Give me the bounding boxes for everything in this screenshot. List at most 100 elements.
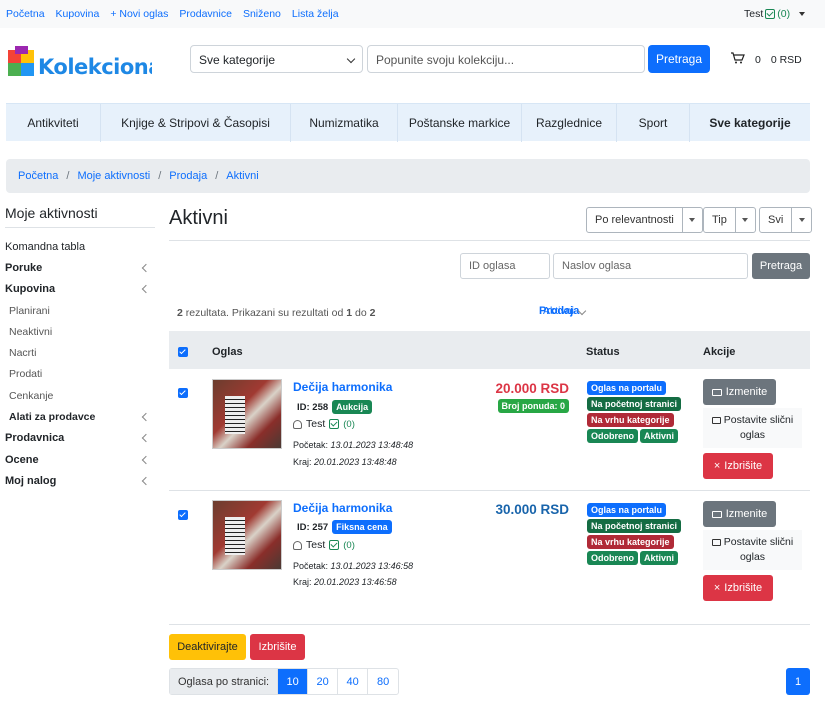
top-links: Početna Kupovina + Novi oglas Prodavnice…	[6, 8, 350, 20]
table-row: Dečija harmonika ID: 258 Aukcija Test (0) …	[169, 369, 810, 490]
verified-icon	[329, 419, 340, 429]
user-icon	[293, 540, 302, 550]
results-summary: 2 rezultata. Prikazani su rezultati od 1…	[177, 307, 376, 319]
delete-button[interactable]: × Izbrišite	[703, 453, 773, 479]
sidebar-item-account[interactable]: Moj nalog	[5, 470, 155, 491]
divider	[169, 624, 810, 625]
user-menu[interactable]: Test (0)	[744, 8, 806, 20]
edit-button[interactable]: Izmenite	[703, 379, 776, 405]
sidebar-item-active[interactable]: Aktivni	[539, 300, 574, 321]
table-header: Oglas Status Akcije	[169, 331, 810, 369]
sidebar-item-seller-tools[interactable]: Alati za prodavce	[5, 406, 155, 427]
row-actions: Izmenite Postavite slični oglas × Izbriši…	[703, 501, 802, 601]
sidebar-item-dashboard[interactable]: Komandna tabla	[5, 236, 155, 257]
breadcrumb-sales[interactable]: Prodaja	[169, 170, 207, 182]
cat-postcards[interactable]: Razglednice	[522, 104, 617, 142]
top-link-shopping[interactable]: Kupovina	[56, 8, 100, 20]
chevron-left-icon	[141, 263, 151, 273]
chevron-down-icon	[578, 306, 587, 315]
status-badges: Oglas na portalu Na početnoj stranici Na…	[587, 503, 682, 565]
close-icon: ×	[713, 460, 721, 472]
sidebar-item-shop[interactable]: Prodavnica	[5, 428, 155, 449]
cat-antiques[interactable]: Antikviteti	[6, 104, 101, 142]
sidebar-item-haggling[interactable]: Cenkanje	[5, 385, 155, 406]
search-input[interactable]: Popunite svoju kolekciju...	[367, 45, 645, 73]
filter-search-button[interactable]: Pretraga	[752, 253, 810, 279]
table-row: Dečija harmonika ID: 257 Fiksna cena Test…	[169, 491, 810, 624]
cart-total: 0 RSD	[770, 53, 802, 66]
edit-button[interactable]: Izmenite	[703, 501, 776, 527]
cat-all[interactable]: Sve kategorije	[690, 104, 810, 142]
page-title: Aktivni	[169, 207, 228, 229]
user-icon	[293, 419, 302, 429]
site-logo[interactable]: Kolekcionari	[8, 44, 179, 84]
top-link-home[interactable]: Početna	[6, 8, 45, 20]
breadcrumb: Početna / Moje aktivnosti / Prodaja / Aktivni	[6, 159, 810, 193]
per-page-option[interactable]: 20	[308, 669, 339, 694]
divider	[169, 240, 810, 241]
breadcrumb-activities[interactable]: Moje aktivnosti	[77, 170, 150, 182]
type-badge: Aukcija	[332, 400, 373, 414]
listing-title-input[interactable]: Naslov oglasa	[553, 253, 748, 279]
top-link-discounted[interactable]: Sniženo	[243, 8, 281, 20]
user-name: Test	[744, 8, 764, 20]
cat-books-comics[interactable]: Knjige & Stripovi & Časopisi	[101, 104, 291, 142]
folder-icon	[711, 388, 722, 396]
sidebar-item-ratings[interactable]: Ocene	[5, 449, 155, 470]
listing-thumbnail[interactable]	[212, 379, 282, 449]
per-page-option[interactable]: 10	[278, 669, 309, 694]
cat-numismatics[interactable]: Numizmatika	[291, 104, 398, 142]
sidebar-item-planned[interactable]: Planirani	[5, 300, 155, 321]
row-checkbox[interactable]	[178, 388, 188, 398]
filter-dropdown[interactable]: Svi	[759, 207, 813, 233]
status-badges: Oglas na portalu Na početnoj stranici Na…	[587, 381, 682, 443]
col-listing: Oglas	[212, 346, 243, 358]
listing-seller[interactable]: Test (0)	[293, 539, 355, 551]
chevron-left-icon	[141, 434, 151, 443]
row-checkbox[interactable]	[178, 510, 188, 520]
caret-down-icon	[792, 218, 811, 222]
category-select[interactable]: Sve kategorije	[190, 45, 363, 73]
top-link-new-listing[interactable]: + Novi oglas	[110, 8, 168, 20]
per-page-option[interactable]: 40	[338, 669, 369, 694]
breadcrumb-active[interactable]: Aktivni	[226, 170, 258, 182]
sidebar-item-drafts[interactable]: Nacrti	[5, 342, 155, 363]
bids-badge: Broj ponuda: 0	[497, 399, 569, 413]
sort-dropdown[interactable]: Po relevantnosti	[586, 207, 703, 233]
listing-title[interactable]: Dečija harmonika	[293, 501, 392, 515]
listing-price: 30.000 RSD	[495, 502, 569, 517]
top-link-shops[interactable]: Prodavnice	[179, 8, 232, 20]
sidebar-item-inactive[interactable]: Neaktivni	[5, 321, 155, 342]
page-button[interactable]: 1	[786, 668, 810, 695]
cat-sport[interactable]: Sport	[617, 104, 690, 142]
top-link-wishlist[interactable]: Lista želja	[292, 8, 339, 20]
cart[interactable]: 0 0 RSD	[731, 52, 802, 67]
sidebar-item-shopping[interactable]: Kupovina	[5, 279, 155, 300]
post-similar-button[interactable]: Postavite slični oglas	[703, 530, 802, 570]
per-page-option[interactable]: 80	[368, 669, 398, 694]
delete-button[interactable]: × Izbrišite	[703, 575, 773, 601]
search-button[interactable]: Pretraga	[648, 45, 710, 73]
sidebar-item-messages[interactable]: Poruke	[5, 257, 155, 278]
post-similar-button[interactable]: Postavite slični oglas	[703, 408, 802, 448]
deactivate-button[interactable]: Deaktivirajte	[169, 634, 246, 660]
bulk-delete-button[interactable]: Izbrišite	[250, 634, 305, 660]
listing-thumbnail[interactable]	[212, 500, 282, 570]
status-badge: Odobreno	[587, 429, 638, 443]
cat-stamps[interactable]: Poštanske markice	[398, 104, 522, 142]
listing-end: Kraj: 20.01.2023 13:46:58	[293, 577, 397, 587]
listing-id-input[interactable]: ID oglasa	[460, 253, 550, 279]
category-select-value: Sve kategorije	[199, 53, 276, 67]
type-dropdown[interactable]: Tip	[703, 207, 756, 233]
select-all-checkbox[interactable]	[178, 347, 188, 357]
listing-id: ID: 257 Fiksna cena	[297, 520, 392, 534]
sidebar-item-sold[interactable]: Prodati	[5, 364, 155, 385]
row-actions: Izmenite Postavite slični oglas × Izbriši…	[703, 379, 802, 479]
verified-icon	[765, 9, 776, 19]
listing-price: 20.000 RSD	[495, 381, 569, 396]
listing-start: Početak: 13.01.2023 13:46:58	[293, 561, 414, 571]
chevron-left-icon	[141, 412, 151, 422]
breadcrumb-home[interactable]: Početna	[18, 170, 58, 182]
listing-seller[interactable]: Test (0)	[293, 418, 355, 430]
listing-title[interactable]: Dečija harmonika	[293, 380, 392, 394]
